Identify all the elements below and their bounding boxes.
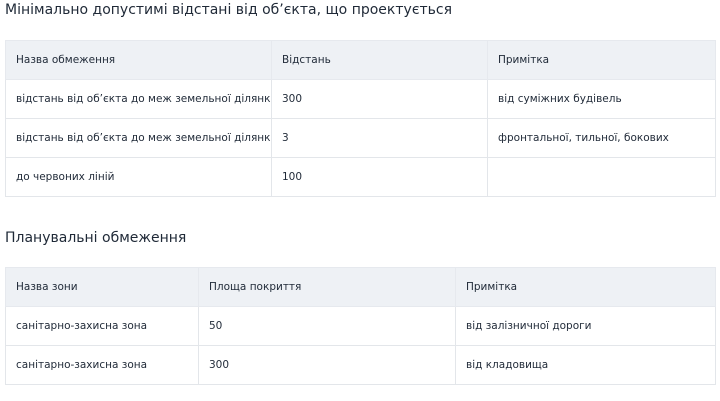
cell-coverage-area: 300 xyxy=(198,345,456,385)
column-header-restriction-name: Назва обмеження xyxy=(5,40,272,80)
cell-distance: 300 xyxy=(271,79,488,119)
table-row: відстань від об’єкта до меж земельної ді… xyxy=(5,118,716,158)
column-header-note: Примітка xyxy=(455,267,716,307)
cell-restriction-name: до червоних ліній xyxy=(5,157,272,197)
cell-distance: 100 xyxy=(271,157,488,197)
cell-restriction-name: відстань від об’єкта до меж земельної ді… xyxy=(5,118,272,158)
table-header-row: Назва зони Площа покриття Примітка xyxy=(5,267,716,307)
column-header-note: Примітка xyxy=(487,40,716,80)
table-header-row: Назва обмеження Відстань Примітка xyxy=(5,40,716,80)
cell-note xyxy=(487,157,716,197)
column-header-zone-name: Назва зони xyxy=(5,267,199,307)
distances-table: Назва обмеження Відстань Примітка відста… xyxy=(5,40,716,197)
column-header-coverage-area: Площа покриття xyxy=(198,267,456,307)
column-header-distance: Відстань xyxy=(271,40,488,80)
distances-section-title: Мінімально допустимі відстані від об’єкт… xyxy=(5,2,453,18)
planning-section-title: Планувальні обмеження xyxy=(5,230,187,246)
table-row: санітарно-захисна зона 300 від кладовища xyxy=(5,345,716,385)
cell-note: від кладовища xyxy=(455,345,716,385)
cell-restriction-name: відстань від об’єкта до меж земельної ді… xyxy=(5,79,272,119)
cell-note: від залізничної дороги xyxy=(455,306,716,346)
cell-coverage-area: 50 xyxy=(198,306,456,346)
cell-distance: 3 xyxy=(271,118,488,158)
cell-zone-name: санітарно-захисна зона xyxy=(5,345,199,385)
cell-note: фронтальної, тильної, бокових xyxy=(487,118,716,158)
table-row: санітарно-захисна зона 50 від залізнично… xyxy=(5,306,716,346)
cell-zone-name: санітарно-захисна зона xyxy=(5,306,199,346)
table-row: до червоних ліній 100 xyxy=(5,157,716,197)
table-row: відстань від об’єкта до меж земельної ді… xyxy=(5,79,716,119)
planning-table: Назва зони Площа покриття Примітка саніт… xyxy=(5,267,716,385)
cell-note: від суміжних будівель xyxy=(487,79,716,119)
